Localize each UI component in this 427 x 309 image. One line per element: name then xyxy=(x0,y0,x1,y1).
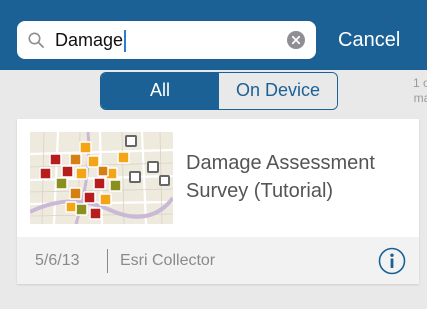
cancel-button[interactable]: Cancel xyxy=(338,21,400,59)
tab-all[interactable]: All xyxy=(101,73,219,109)
map-title: Damage Assessment Survey (Tutorial) xyxy=(186,152,375,202)
top-bar: Damage Cancel xyxy=(0,0,427,70)
map-card-body[interactable]: Damage Assessment Survey (Tutorial) xyxy=(17,119,419,235)
map-card[interactable]: Damage Assessment Survey (Tutorial) 5/6/… xyxy=(17,119,419,284)
map-owner: Esri Collector xyxy=(120,252,216,269)
info-icon[interactable] xyxy=(378,247,406,275)
text-cursor xyxy=(124,30,127,53)
result-count-line2: maps xyxy=(413,91,427,105)
tab-on-device[interactable]: On Device xyxy=(219,73,337,109)
result-count-line1: 1 of 6 xyxy=(412,76,427,90)
map-card-footer: 5/6/13 Esri Collector xyxy=(17,237,419,284)
search-field[interactable]: Damage xyxy=(17,21,316,59)
clear-icon[interactable] xyxy=(287,31,305,49)
map-thumbnail xyxy=(30,132,173,224)
search-icon xyxy=(28,32,44,48)
search-input-text: Damage xyxy=(55,30,124,50)
filter-segmented-control: All On Device xyxy=(100,72,338,110)
search-input[interactable]: Damage xyxy=(55,21,127,59)
footer-divider xyxy=(107,249,108,273)
result-count: 1 of 6 maps xyxy=(383,76,427,106)
map-date: 5/6/13 xyxy=(35,252,80,269)
